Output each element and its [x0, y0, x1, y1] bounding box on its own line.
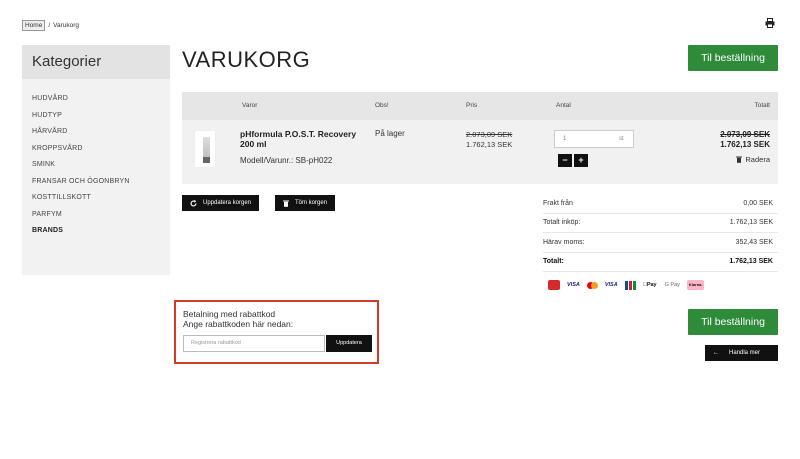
- summary-value: 352,43 SEK: [735, 238, 773, 246]
- coupon-title-line: Betalning med rabattkod: [183, 309, 276, 319]
- coupon-apply-button[interactable]: Uppdatera: [326, 335, 372, 352]
- cart-item-row: pHformula P.O.S.T. Recovery 200 ml Model…: [182, 120, 778, 184]
- summary-label: Totalt inköp:: [543, 219, 581, 227]
- page-title: VARUKORG: [182, 47, 311, 72]
- category-sidebar: Kategorier HUDVÅRD HUDTYP HÅRVÅRD KROPPS…: [22, 45, 170, 275]
- sidebar-item-brands[interactable]: BRANDS: [32, 223, 160, 240]
- visa-icon: VISA: [567, 282, 580, 288]
- sidebar-item-fransar[interactable]: FRANSAR OCH ÖGONBRYN: [32, 174, 160, 191]
- update-cart-label: Uppdatera korgen: [203, 200, 252, 206]
- checkout-button-bottom[interactable]: Til beställning: [688, 309, 778, 335]
- total-original: 2.073,09 SEK: [720, 130, 770, 139]
- total-current: 1.762,13 SEK: [720, 140, 770, 149]
- sidebar-item-parfym[interactable]: PARFYM: [32, 207, 160, 224]
- print-icon[interactable]: [765, 18, 775, 28]
- summary-shipping: Frakt från 0,00 SEK: [543, 194, 778, 214]
- summary-value: 1.762,13 SEK: [729, 258, 773, 266]
- sidebar-item-kosttillskott[interactable]: KOSTTILLSKOTT: [32, 190, 160, 207]
- coupon-section: Betalning med rabattkod Ange rabattkoden…: [174, 300, 379, 364]
- trash-icon: [736, 156, 743, 163]
- empty-cart-button[interactable]: Töm korgen: [275, 195, 336, 211]
- sidebar-item-hudvard[interactable]: HUDVÅRD: [32, 91, 160, 108]
- summary-vat: Härav moms: 352,43 SEK: [543, 233, 778, 253]
- product-sku: Modell/Varunr.: SB-pH022: [240, 156, 333, 165]
- order-summary: Frakt från 0,00 SEK Totalt inköp: 1.762,…: [543, 194, 778, 272]
- refresh-icon: [190, 199, 197, 206]
- payment-methods: VISA VISA Pay G Pay Klarna.: [548, 279, 774, 291]
- coupon-code-input[interactable]: Registrera rabattkod: [183, 335, 325, 352]
- jcb-icon: [624, 280, 636, 290]
- continue-shopping-label: Handla mer: [729, 350, 761, 356]
- cart-table-header: Varor Obs! Pris Antal Totalt: [182, 92, 778, 120]
- sidebar-item-harvard[interactable]: HÅRVÅRD: [32, 124, 160, 141]
- summary-label: Frakt från: [543, 199, 573, 207]
- arrow-left-icon: ←: [713, 350, 719, 356]
- header-price: Pris: [466, 102, 478, 109]
- breadcrumb-home-link[interactable]: Home: [22, 20, 46, 31]
- google-pay-icon: G Pay: [660, 282, 680, 288]
- trash-icon: [283, 200, 289, 207]
- quantity-increase-button[interactable]: +: [574, 154, 588, 167]
- remove-item-button[interactable]: Radera: [736, 155, 770, 164]
- sidebar-item-smink[interactable]: SMINK: [32, 157, 160, 174]
- quantity-decrease-button[interactable]: −: [558, 154, 572, 167]
- breadcrumb-current: Varukorg: [53, 22, 80, 29]
- visa-electron-icon: VISA: [604, 282, 618, 288]
- update-cart-button[interactable]: Uppdatera korgen: [182, 195, 260, 211]
- product-image[interactable]: [194, 130, 216, 168]
- summary-label: Totalt:: [543, 258, 564, 266]
- breadcrumb-separator: /: [48, 22, 51, 29]
- sidebar-item-hudtyp[interactable]: HUDTYP: [32, 108, 160, 125]
- summary-total: Totalt: 1.762,13 SEK: [543, 253, 778, 272]
- stock-status: På lager: [375, 129, 405, 138]
- price-original: 2.073,09 SEK: [466, 130, 513, 139]
- summary-label: Härav moms:: [543, 238, 585, 246]
- price-current: 1.762,13 SEK: [466, 140, 513, 149]
- quantity-value: 1: [563, 136, 567, 142]
- remove-label: Radera: [745, 155, 770, 164]
- breadcrumb: Home / Varukorg: [22, 20, 79, 31]
- quantity-input[interactable]: 1 st: [554, 130, 634, 148]
- checkout-button-top[interactable]: Til beställning: [688, 45, 778, 71]
- apple-pay-icon: Pay: [642, 280, 658, 290]
- mastercard-icon: [586, 281, 598, 289]
- coupon-subtitle-line: Ange rabattkoden här nedan:: [183, 319, 294, 329]
- quantity-unit: st: [619, 136, 624, 142]
- product-name-link[interactable]: pHformula P.O.S.T. Recovery 200 ml: [240, 129, 366, 149]
- dankort-icon: [548, 280, 560, 290]
- header-quantity: Antal: [556, 102, 571, 109]
- header-note: Obs!: [375, 102, 389, 109]
- header-items: Varor: [242, 102, 258, 109]
- sidebar-title: Kategorier: [22, 45, 170, 79]
- summary-value: 1.762,13 SEK: [729, 219, 773, 227]
- header-total: Totalt: [754, 102, 770, 109]
- klarna-icon: Klarna.: [686, 280, 705, 290]
- summary-subtotal: Totalt inköp: 1.762,13 SEK: [543, 214, 778, 233]
- coupon-heading: Betalning med rabattkod Ange rabattkoden…: [183, 309, 293, 329]
- empty-cart-label: Töm korgen: [295, 200, 328, 206]
- apple-pay-label: Pay: [642, 282, 657, 288]
- continue-shopping-button[interactable]: ← Handla mer: [705, 345, 778, 361]
- summary-value: 0,00 SEK: [743, 199, 773, 207]
- sidebar-item-kroppsvard[interactable]: KROPPSVÅRD: [32, 141, 160, 158]
